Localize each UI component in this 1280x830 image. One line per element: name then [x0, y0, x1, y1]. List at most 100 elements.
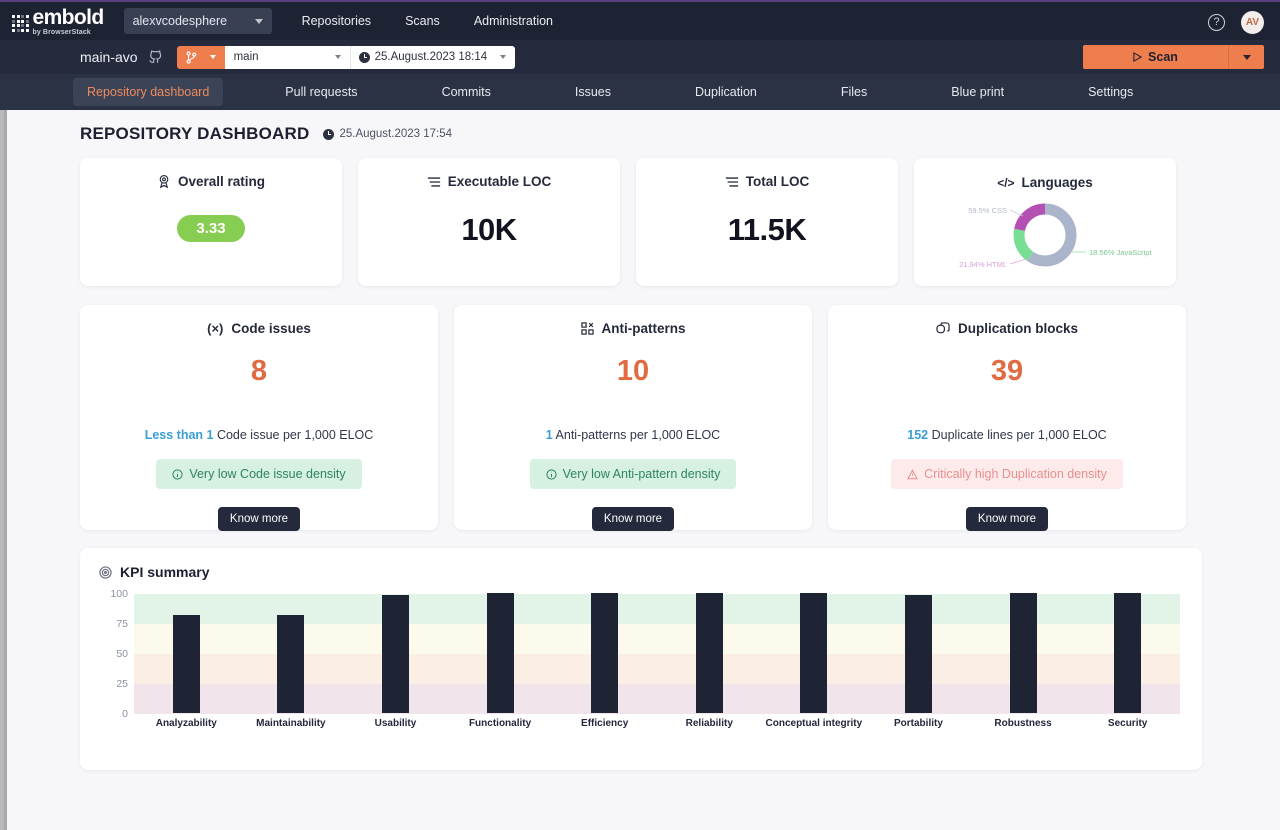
nav-administration[interactable]: Administration	[474, 14, 553, 28]
card-executable-loc[interactable]: Executable LOC 10K	[358, 158, 620, 286]
x-tick-label: Analyzability	[134, 718, 239, 729]
target-icon	[99, 566, 112, 579]
y-tick-label: 25	[116, 678, 128, 690]
kpi-bar[interactable]	[173, 615, 200, 713]
kpi-bar[interactable]	[1010, 593, 1037, 713]
left-rail	[0, 0, 7, 830]
bar-slot	[134, 593, 239, 713]
x-tick-label: Efficiency	[552, 718, 657, 729]
page-title: REPOSITORY DASHBOARD	[80, 124, 309, 144]
card-overall-rating[interactable]: Overall rating 3.33	[80, 158, 342, 286]
know-more-button[interactable]: Know more	[966, 507, 1048, 531]
card-title-row: </> Languages	[997, 175, 1093, 190]
tab-blue-print[interactable]: Blue print	[937, 78, 1018, 106]
x-axis-labels: AnalyzabilityMaintainabilityUsabilityFun…	[134, 718, 1180, 729]
chevron-down-icon	[255, 19, 263, 24]
card-title: Anti-patterns	[602, 321, 686, 336]
chevron-down-icon	[335, 55, 341, 59]
scan-dropdown-button[interactable]	[1228, 45, 1264, 69]
status-badge-label: Very low Anti-pattern density	[563, 467, 721, 481]
density-text: 152 Duplicate lines per 1,000 ELOC	[907, 428, 1106, 442]
overall-rating-value: 3.33	[177, 215, 244, 242]
kpi-plot-area	[134, 594, 1180, 714]
clock-icon	[323, 129, 334, 140]
card-total-loc[interactable]: Total LOC 11.5K	[636, 158, 898, 286]
page-timestamp-text: 25.August.2023 17:54	[339, 128, 452, 140]
info-icon	[172, 469, 183, 480]
avatar[interactable]: AV	[1241, 11, 1264, 34]
tab-settings[interactable]: Settings	[1074, 78, 1147, 106]
kpi-bar[interactable]	[277, 615, 304, 713]
logo-subtitle: by BrowserStack	[33, 29, 104, 36]
branch-icon-button[interactable]	[177, 46, 225, 69]
tab-repository-dashboard[interactable]: Repository dashboard	[73, 78, 223, 106]
metric-card-row: (×)Code issues 8 Less than 1 Code issue …	[80, 305, 1280, 530]
status-badge: Very low Anti-pattern density	[530, 459, 737, 489]
kpi-bar[interactable]	[800, 593, 827, 713]
kpi-bar[interactable]	[382, 595, 409, 713]
x-tick-label: Reliability	[657, 718, 762, 729]
kpi-bar[interactable]	[591, 593, 618, 713]
card-duplication-blocks[interactable]: Duplication blocks 39 152 Duplicate line…	[828, 305, 1186, 530]
top-nav: Repositories Scans Administration	[302, 14, 553, 28]
embold-logo[interactable]: embold by BrowserStack	[12, 7, 104, 36]
slice-label-html: 21.94% HTML	[959, 260, 1007, 269]
density-highlight: 1	[546, 428, 553, 442]
card-title-row: Overall rating	[157, 174, 265, 189]
nav-repositories[interactable]: Repositories	[302, 14, 371, 28]
org-selector[interactable]: alexvcodesphere	[124, 8, 272, 34]
branch-name: main	[234, 51, 259, 63]
density-highlight: Less than 1	[145, 428, 214, 442]
scan-button[interactable]: Scan	[1083, 45, 1228, 69]
bar-slot	[971, 593, 1076, 713]
warning-icon	[907, 469, 918, 480]
density-rest: Anti-patterns per 1,000 ELOC	[556, 428, 721, 442]
chevron-down-icon	[500, 55, 506, 59]
know-more-button[interactable]: Know more	[218, 507, 300, 531]
bar-slot	[343, 593, 448, 713]
kpi-bar[interactable]	[487, 593, 514, 713]
status-badge: Very low Code issue density	[156, 459, 361, 489]
tab-label: Pull requests	[285, 85, 357, 99]
kpi-bar[interactable]	[905, 595, 932, 713]
tab-label: Issues	[575, 85, 611, 99]
page-content: REPOSITORY DASHBOARD 25.August.2023 17:5…	[7, 110, 1280, 830]
tab-issues[interactable]: Issues	[561, 78, 625, 106]
density-rest: Code issue per 1,000 ELOC	[217, 428, 373, 442]
duplication-icon	[936, 322, 950, 335]
tab-pull-requests[interactable]: Pull requests	[271, 78, 371, 106]
donut-svg: 59.5% CSS 18.56% JavaScript 21.94% HTML	[914, 190, 1176, 282]
x-tick-label: Security	[1075, 718, 1180, 729]
leader-line	[1010, 210, 1023, 216]
kpi-summary-card: KPI summary 0255075100 AnalyzabilityMain…	[80, 548, 1202, 770]
help-icon[interactable]: ?	[1208, 14, 1225, 31]
density-text: 1 Anti-patterns per 1,000 ELOC	[546, 428, 720, 442]
branch-selector[interactable]: main	[225, 46, 350, 69]
kpi-title-row: KPI summary	[80, 548, 1202, 580]
clock-icon	[359, 52, 370, 63]
tab-commits[interactable]: Commits	[428, 78, 505, 106]
tab-files[interactable]: Files	[827, 78, 881, 106]
scan-date-selector[interactable]: 25.August.2023 18:14	[350, 46, 516, 69]
tab-duplication[interactable]: Duplication	[681, 78, 771, 106]
nav-scans[interactable]: Scans	[405, 14, 440, 28]
know-more-button[interactable]: Know more	[592, 507, 674, 531]
bar-slot	[239, 593, 344, 713]
status-badge-label: Critically high Duplication density	[924, 467, 1107, 481]
kpi-bar[interactable]	[1114, 593, 1141, 713]
top-bar-right: ? AV	[1208, 2, 1264, 42]
y-tick-label: 0	[122, 708, 128, 720]
tab-label: Repository dashboard	[87, 85, 209, 99]
metric-value: 39	[991, 355, 1023, 388]
leader-line	[1010, 259, 1026, 264]
scan-button-label: Scan	[1148, 50, 1178, 64]
logo-text: embold	[33, 7, 104, 28]
density-text: Less than 1 Code issue per 1,000 ELOC	[145, 428, 374, 442]
summary-card-row: Overall rating 3.33 Executable LOC 10K	[80, 158, 1280, 286]
card-languages[interactable]: </> Languages 59.5% CSS 18.56% JavaScrip…	[914, 158, 1176, 286]
card-anti-patterns[interactable]: Anti-patterns 10 1 Anti-patterns per 1,0…	[454, 305, 812, 530]
languages-donut-chart: 59.5% CSS 18.56% JavaScript 21.94% HTML	[914, 190, 1176, 282]
kpi-bar[interactable]	[696, 593, 723, 713]
card-code-issues[interactable]: (×)Code issues 8 Less than 1 Code issue …	[80, 305, 438, 530]
x-tick-label: Portability	[866, 718, 971, 729]
